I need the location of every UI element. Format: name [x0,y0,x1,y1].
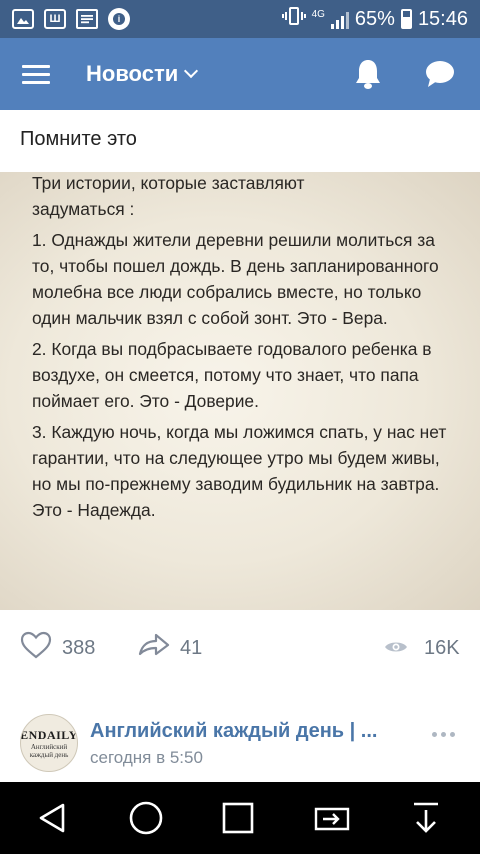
chevron-down-icon [184,63,199,79]
news-post: Помните это Три истории, которые заставл… [0,110,480,700]
network-type: 4G [311,8,325,20]
bell-icon[interactable] [348,54,388,94]
post-text: Помните это [20,128,137,150]
image-text: Три истории, которые заставляют задумать… [32,172,452,528]
app-bar: Новости [0,38,480,110]
back-icon[interactable] [32,798,72,838]
messages-icon[interactable] [420,54,460,94]
post-author[interactable]: Английский каждый день | ... [90,720,377,743]
avatar[interactable]: ENDAILY Английский каждый день [20,714,78,772]
page-title: Новости [86,61,179,86]
share-icon [138,632,170,664]
story-3: 3. Каждую ночь, когда мы ложимся спать, … [32,422,447,520]
more-icon[interactable] [432,732,455,737]
notification-badge-icon: i [108,8,130,30]
avatar-logo-text: ENDAILY [20,727,78,742]
message-icon [76,9,98,29]
download-icon[interactable] [406,798,446,838]
story-2: 2. Когда вы подбрасываете годовалого реб… [32,339,432,411]
next-post[interactable]: ENDAILY Английский каждый день Английски… [0,698,480,782]
signal-icon [330,9,349,29]
home-icon[interactable] [126,798,166,838]
share-button[interactable]: 41 [138,632,202,664]
post-time: сегодня в 5:50 [90,748,203,767]
gallery-icon [12,9,34,29]
clock: 15:46 [417,7,468,30]
heart-icon [20,631,52,665]
system-nav-bar [0,782,480,854]
shares-count: 41 [180,636,203,659]
avatar-subtitle: Английский каждый день [29,742,69,759]
status-bar: Ш i 4G 65% 15:46 [0,0,480,38]
image-heading: Три истории, которые заставляют задумать… [32,173,305,219]
views-count: 16K [424,636,460,659]
eye-icon [384,637,408,660]
w-app-icon: Ш [44,9,66,29]
story-1: 1. Однажды жители деревни решили молитьс… [32,230,439,328]
post-image[interactable]: Три истории, которые заставляют задумать… [0,172,480,610]
screen-mirror-icon[interactable] [312,798,352,838]
battery-percent: 65% [354,7,395,30]
vibrate-icon [281,6,306,32]
likes-count: 388 [62,636,96,659]
post-actions: 388 41 16K [0,618,480,678]
recents-icon[interactable] [218,798,258,838]
views: 16K [384,637,460,660]
like-button[interactable]: 388 [20,631,95,665]
menu-icon[interactable] [0,38,72,110]
feed-selector[interactable]: Новости [86,61,199,87]
battery-icon [400,9,412,29]
